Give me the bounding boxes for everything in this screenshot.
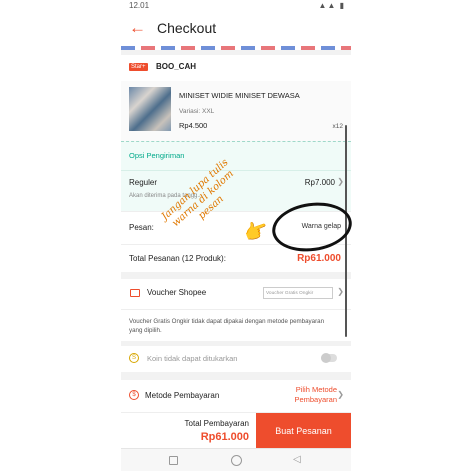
product-thumbnail	[129, 87, 171, 131]
voucher-note: Voucher Gratis Ongkir tidak dapat dipaka…	[129, 318, 325, 334]
back-arrow-icon[interactable]: ←	[129, 18, 146, 38]
place-order-button[interactable]: Buat Pesanan	[256, 413, 351, 449]
product-name: MINISET WIDIE MINISET DEWASA	[179, 91, 300, 100]
product-item[interactable]: MINISET WIDIE MINISET DEWASA Variasi: XX…	[121, 81, 351, 141]
system-nav-bar: ◁	[121, 448, 351, 471]
coins-toggle[interactable]	[321, 353, 337, 363]
chevron-right-icon[interactable]: ❯	[337, 390, 344, 399]
checkout-bottom-bar: Total Pembayaran Rp61.000 Buat Pesanan	[121, 412, 351, 449]
shipping-type: Reguler	[129, 178, 158, 187]
order-total-value: Rp61.000	[297, 253, 341, 264]
product-price: Rp4.500	[179, 121, 208, 130]
product-quantity: x12	[332, 123, 343, 130]
voucher-section: Voucher Shopee Voucher Gratis Ongkir ❯ V…	[121, 279, 351, 341]
total-payment-value: Rp61.000	[200, 431, 249, 443]
shipping-section-label: Opsi Pengiriman	[129, 151, 185, 160]
shop-header[interactable]: Star+ BOO_CAH	[121, 55, 351, 81]
app-bar: ← Checkout	[121, 12, 351, 46]
message-label: Pesan:	[129, 223, 154, 232]
status-time: 12.01	[129, 1, 150, 10]
shipping-cost: Rp7.000	[304, 178, 335, 187]
select-payment-link[interactable]: Pilih Metode Pembayaran	[277, 385, 337, 405]
signal-icons: ▲▲ ▮	[318, 1, 345, 10]
payment-label: Metode Pembayaran	[145, 391, 220, 400]
recent-apps-icon[interactable]	[169, 456, 178, 465]
toggle-knob	[321, 353, 331, 363]
coins-row: S Koin tidak dapat ditukarkan	[121, 346, 351, 372]
payment-method-row[interactable]: $ Metode Pembayaran Pilih Metode Pembaya…	[121, 380, 351, 416]
voucher-label: Voucher Shopee	[147, 288, 207, 297]
product-variation: Variasi: XXL	[179, 108, 215, 115]
order-total-label: Total Pesanan (12 Produk):	[129, 254, 226, 263]
coins-label: Koin tidak dapat ditukarkan	[147, 354, 238, 363]
ticket-icon	[130, 289, 140, 297]
back-triangle-icon[interactable]: ◁	[293, 454, 301, 466]
coin-icon: S	[129, 353, 139, 363]
home-circle-icon[interactable]	[231, 455, 242, 466]
voucher-input[interactable]: Voucher Gratis Ongkir	[263, 287, 333, 299]
address-border-stripe	[121, 46, 351, 50]
status-bar: 12.01 ▲▲ ▮	[121, 0, 351, 12]
payment-icon: $	[129, 390, 139, 400]
divider	[121, 309, 351, 310]
page-title: Checkout	[157, 20, 217, 36]
chevron-right-icon[interactable]: ❯	[337, 287, 344, 296]
star-plus-badge: Star+	[129, 63, 148, 71]
shop-name: BOO_CAH	[156, 62, 197, 71]
chevron-right-icon: ❯	[337, 177, 344, 186]
total-payment-label: Total Pembayaran	[184, 419, 249, 428]
